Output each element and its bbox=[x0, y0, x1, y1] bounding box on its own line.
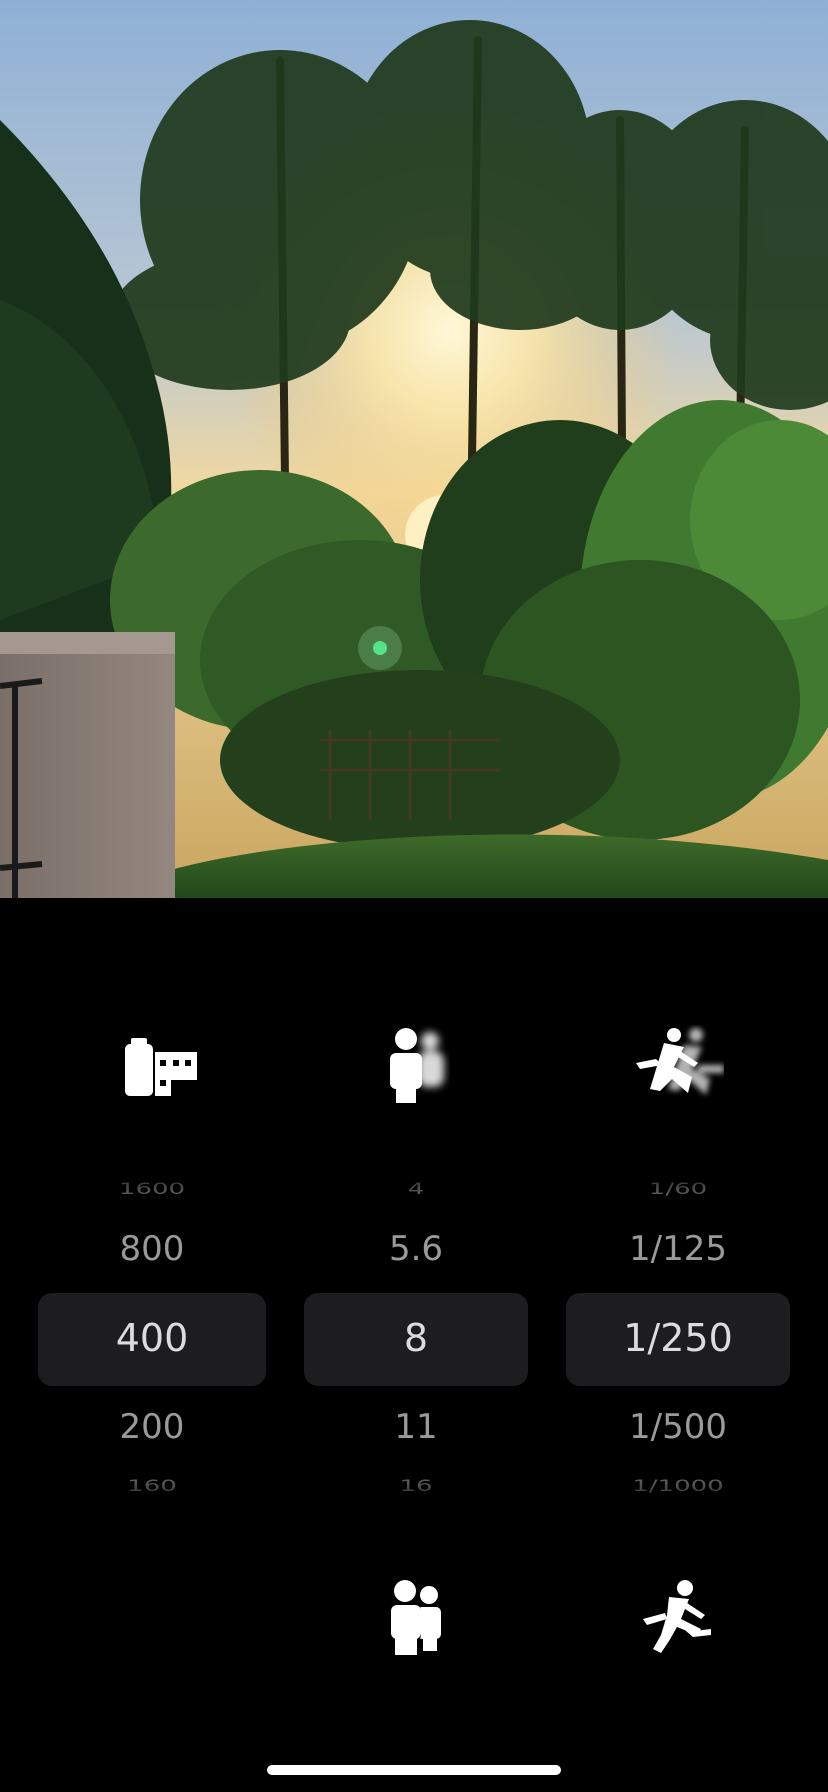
camera-viewfinder[interactable] bbox=[0, 0, 828, 898]
iso-selected-value[interactable]: 400 bbox=[38, 1316, 266, 1360]
motion-blur-runner-icon bbox=[636, 1028, 724, 1095]
film-canister-icon bbox=[125, 1038, 197, 1096]
shutter-option[interactable]: 1/125 bbox=[566, 1229, 790, 1269]
aperture-mode-button[interactable] bbox=[370, 1020, 460, 1110]
viewfinder-scene bbox=[0, 0, 828, 898]
shutter-option[interactable]: 1/1000 bbox=[566, 1477, 790, 1496]
aperture-preset-button[interactable] bbox=[370, 1572, 460, 1662]
iso-picker-wheel[interactable]: 1600 800 400 200 160 bbox=[38, 1160, 266, 1515]
group-people-icon bbox=[389, 1580, 441, 1655]
iso-option[interactable]: 800 bbox=[38, 1229, 266, 1269]
running-person-icon bbox=[643, 1580, 711, 1653]
iso-option[interactable]: 1600 bbox=[38, 1180, 266, 1199]
aperture-option[interactable]: 5.6 bbox=[304, 1229, 528, 1269]
aperture-selected-value[interactable]: 8 bbox=[304, 1316, 528, 1360]
iso-mode-button[interactable] bbox=[116, 1020, 206, 1110]
aperture-option[interactable]: 16 bbox=[304, 1477, 528, 1496]
shutter-selected-value[interactable]: 1/250 bbox=[566, 1316, 790, 1360]
portrait-blur-icon bbox=[390, 1028, 444, 1103]
shutter-option[interactable]: 1/60 bbox=[566, 1180, 790, 1199]
home-indicator[interactable] bbox=[267, 1765, 561, 1775]
aperture-picker-wheel[interactable]: 4 5.6 8 11 16 bbox=[304, 1160, 528, 1515]
shutter-option[interactable]: 1/500 bbox=[566, 1407, 790, 1447]
shutter-picker-wheel[interactable]: 1/60 1/125 1/250 1/500 1/1000 bbox=[566, 1160, 790, 1515]
shutter-preset-button[interactable] bbox=[634, 1572, 724, 1662]
shutter-mode-button[interactable] bbox=[634, 1020, 724, 1110]
aperture-option[interactable]: 11 bbox=[304, 1407, 528, 1447]
iso-option[interactable]: 200 bbox=[38, 1407, 266, 1447]
iso-option[interactable]: 160 bbox=[38, 1477, 266, 1496]
aperture-option[interactable]: 4 bbox=[304, 1180, 528, 1199]
